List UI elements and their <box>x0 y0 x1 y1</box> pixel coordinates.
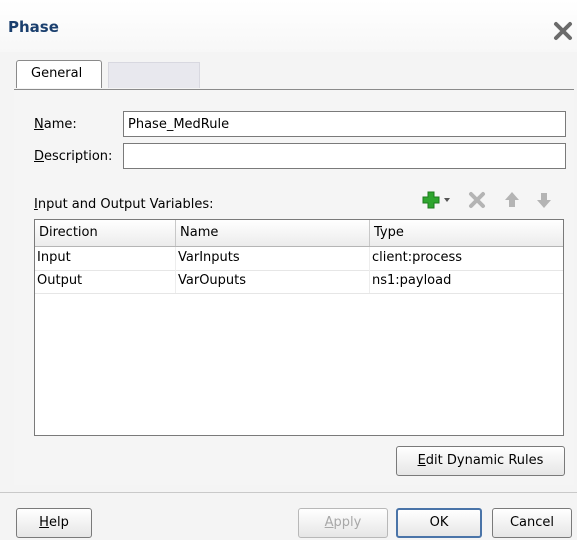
tab-strip-filler <box>108 62 200 88</box>
cell-direction: Input <box>35 247 176 270</box>
help-button[interactable]: Help <box>16 508 92 538</box>
dialog-title: Phase <box>8 18 59 36</box>
table-header: Direction Name Type <box>35 220 563 247</box>
cell-name: VarInputs <box>176 247 370 270</box>
tab-general-label: General <box>31 66 83 81</box>
cell-name: VarOuputs <box>176 270 370 293</box>
column-header-name[interactable]: Name <box>176 220 370 246</box>
edit-dynamic-rules-button[interactable]: Edit Dynamic Rules <box>396 446 565 476</box>
variables-table: Direction Name Type Input VarInputs clie… <box>34 219 564 436</box>
apply-button[interactable]: Apply <box>298 508 388 538</box>
title-bar: Phase <box>0 0 577 52</box>
move-down-icon[interactable] <box>534 190 554 210</box>
cell-type: ns1:payload <box>372 273 452 288</box>
description-label: Description: <box>34 149 113 164</box>
description-field[interactable] <box>123 143 566 169</box>
close-icon[interactable] <box>552 20 574 42</box>
cell-direction: Output <box>35 270 176 293</box>
cancel-button[interactable]: Cancel <box>492 508 572 538</box>
table-row[interactable]: Input VarInputs client:process <box>35 247 563 271</box>
table-row[interactable]: Output VarOuputs ns1:payload <box>35 270 563 294</box>
phase-dialog: Phase General Name: Description: Input a… <box>0 0 577 540</box>
add-icon[interactable] <box>421 190 453 210</box>
delete-icon[interactable] <box>467 190 487 210</box>
button-bar-divider <box>0 492 577 493</box>
move-up-icon[interactable] <box>502 190 522 210</box>
tab-general[interactable]: General <box>16 60 102 88</box>
ok-button[interactable]: OK <box>396 508 482 538</box>
tab-strip: General <box>16 60 566 90</box>
name-field[interactable] <box>123 111 566 137</box>
variables-label: Input and Output Variables: <box>34 197 214 212</box>
name-label: Name: <box>34 117 77 132</box>
cell-type: client:process <box>372 250 463 265</box>
column-header-type[interactable]: Type <box>370 220 563 246</box>
column-header-direction[interactable]: Direction <box>35 220 176 246</box>
